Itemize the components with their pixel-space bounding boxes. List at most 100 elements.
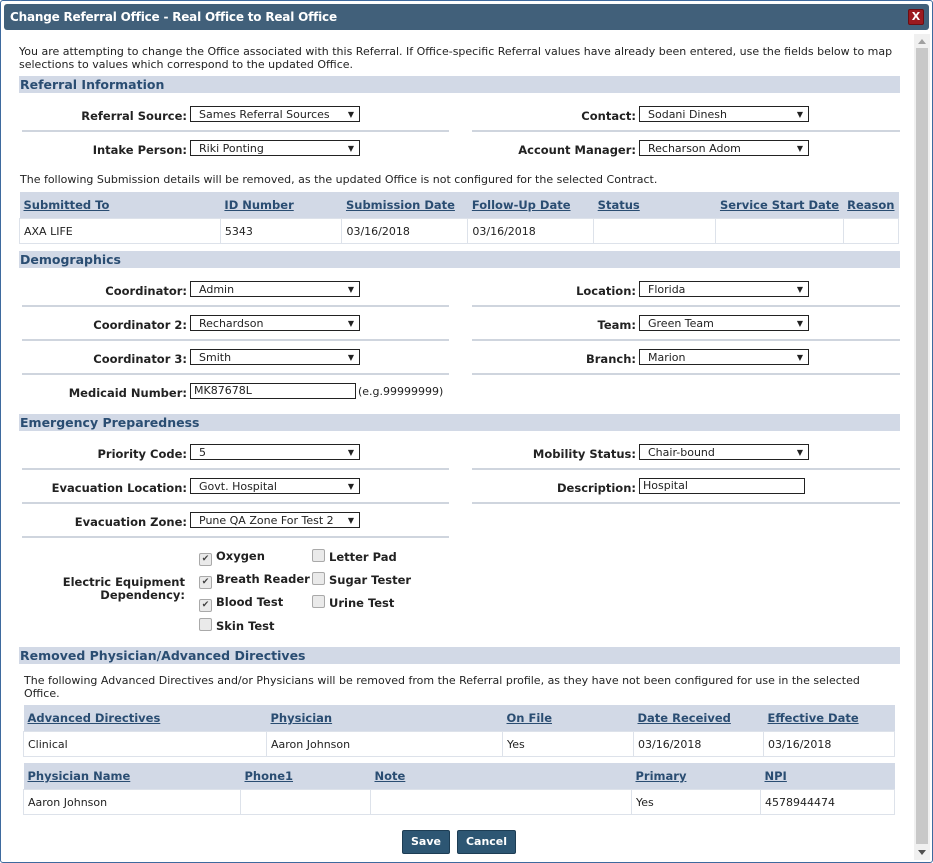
chevron-down-icon: ▼ bbox=[347, 448, 354, 457]
location-select[interactable]: Florida ▼ bbox=[639, 281, 809, 297]
coordinator3-select[interactable]: Smith ▼ bbox=[190, 349, 360, 365]
divider bbox=[472, 339, 900, 341]
branch-label-wrap: Branch: bbox=[469, 349, 636, 369]
save-button[interactable]: Save bbox=[402, 830, 450, 854]
medicaid-number-input[interactable]: MK87678L bbox=[190, 383, 356, 399]
col-effective-date[interactable]: Effective Date bbox=[763, 705, 895, 732]
checkbox-checked-icon[interactable]: ✔ bbox=[199, 553, 212, 566]
equipment-option[interactable]: Urine Test bbox=[312, 595, 394, 610]
referral-source-select[interactable]: Sames Referral Sources ▼ bbox=[190, 106, 360, 122]
removed-note: The following Advanced Directives and/or… bbox=[24, 674, 860, 700]
cell bbox=[593, 218, 717, 244]
equipment-option-label: Letter Pad bbox=[329, 550, 397, 564]
scroll-up-icon[interactable] bbox=[918, 39, 926, 44]
equipment-option[interactable]: Sugar Tester bbox=[312, 572, 411, 587]
divider bbox=[472, 130, 900, 132]
checkbox-checked-icon[interactable]: ✔ bbox=[199, 599, 212, 612]
scroll-thumb[interactable] bbox=[916, 48, 928, 844]
col-submission-date[interactable]: Submission Date bbox=[341, 192, 468, 219]
team-label: Team: bbox=[597, 318, 636, 332]
team-select[interactable]: Green Team ▼ bbox=[639, 315, 809, 331]
selected-value: Florida bbox=[648, 283, 686, 296]
chevron-down-icon: ▼ bbox=[796, 448, 803, 457]
table-row: Clinical Aaron Johnson Yes 03/16/2018 03… bbox=[23, 731, 895, 757]
branch-select[interactable]: Marion ▼ bbox=[639, 349, 809, 365]
evacuation-zone-select[interactable]: Pune QA Zone For Test 2 ▼ bbox=[190, 512, 360, 528]
chevron-down-icon: ▼ bbox=[796, 319, 803, 328]
coordinator-label: Coordinator: bbox=[105, 284, 187, 298]
col-id-number[interactable]: ID Number bbox=[220, 192, 342, 219]
equipment-option[interactable]: Letter Pad bbox=[312, 549, 397, 564]
divider bbox=[472, 305, 900, 307]
vertical-scrollbar[interactable] bbox=[914, 34, 930, 860]
cell: 4578944474 bbox=[760, 789, 895, 815]
section-heading: Referral Information bbox=[20, 77, 165, 92]
evacuation-location-select[interactable]: Govt. Hospital ▼ bbox=[190, 478, 360, 494]
coordinator-select[interactable]: Admin ▼ bbox=[190, 281, 360, 297]
cell bbox=[240, 789, 371, 815]
account-manager-label-wrap: Account Manager: bbox=[469, 140, 636, 160]
col-follow-up-date[interactable]: Follow-Up Date bbox=[467, 192, 594, 219]
checkbox-checked-icon[interactable]: ✔ bbox=[199, 576, 212, 589]
team-label-wrap: Team: bbox=[469, 315, 636, 335]
intake-person-select[interactable]: Riki Ponting ▼ bbox=[190, 140, 360, 156]
col-npi[interactable]: NPI bbox=[760, 763, 895, 790]
col-note[interactable]: Note bbox=[370, 763, 632, 790]
mobility-status-label: Mobility Status: bbox=[532, 447, 636, 461]
col-reason[interactable]: Reason bbox=[843, 192, 899, 219]
table-row: Aaron Johnson Yes 4578944474 bbox=[23, 789, 895, 815]
equipment-option[interactable]: ✔ Blood Test bbox=[199, 595, 283, 612]
priority-code-select[interactable]: 5 ▼ bbox=[190, 444, 360, 460]
checkbox-unchecked-icon[interactable] bbox=[312, 549, 325, 562]
equipment-option-label: Sugar Tester bbox=[329, 573, 412, 587]
divider bbox=[22, 130, 449, 132]
col-service-start-date[interactable]: Service Start Date bbox=[715, 192, 844, 219]
checkbox-unchecked-icon[interactable] bbox=[312, 595, 325, 608]
dialog-title: Change Referral Office - Real Office to … bbox=[10, 10, 337, 24]
col-physician[interactable]: Physician bbox=[266, 705, 503, 732]
location-label: Location: bbox=[576, 284, 636, 298]
equipment-option-label: Blood Test bbox=[216, 595, 284, 609]
advanced-directives-table: Advanced Directives Physician On File Da… bbox=[23, 705, 895, 757]
chevron-down-icon: ▼ bbox=[796, 144, 803, 153]
col-advanced-directives[interactable]: Advanced Directives bbox=[23, 705, 267, 732]
mobility-status-select[interactable]: Chair-bound ▼ bbox=[639, 444, 809, 460]
cell bbox=[715, 218, 844, 244]
intake-person-label-wrap: Intake Person: bbox=[19, 140, 187, 160]
col-submitted-to[interactable]: Submitted To bbox=[19, 192, 221, 219]
equipment-option[interactable]: ✔ Oxygen bbox=[199, 549, 265, 566]
close-icon[interactable]: X bbox=[908, 9, 924, 25]
coordinator3-label: Coordinator 3: bbox=[93, 352, 187, 366]
coordinator2-select[interactable]: Rechardson ▼ bbox=[190, 315, 360, 331]
description-input[interactable]: Hospital bbox=[639, 478, 805, 494]
selected-value: Govt. Hospital bbox=[199, 480, 277, 493]
evacuation-zone-label-wrap: Evacuation Zone: bbox=[19, 512, 187, 532]
contact-select[interactable]: Sodani Dinesh ▼ bbox=[639, 106, 809, 122]
selected-value: Sames Referral Sources bbox=[199, 108, 330, 121]
coordinator2-label-wrap: Coordinator 2: bbox=[19, 315, 187, 335]
evacuation-zone-label: Evacuation Zone: bbox=[74, 515, 187, 529]
selected-value: Pune QA Zone For Test 2 bbox=[199, 514, 334, 527]
scroll-down-icon[interactable] bbox=[918, 850, 926, 855]
section-demographics: Demographics bbox=[19, 251, 900, 268]
checkbox-unchecked-icon[interactable] bbox=[312, 572, 325, 585]
checkbox-unchecked-icon[interactable] bbox=[199, 618, 212, 631]
cell: Yes bbox=[631, 789, 761, 815]
contact-label-wrap: Contact: bbox=[469, 106, 636, 126]
divider bbox=[472, 502, 900, 504]
equipment-option[interactable]: ✔ Breath Reader bbox=[199, 572, 310, 589]
section-heading: Demographics bbox=[20, 252, 121, 267]
col-status[interactable]: Status bbox=[593, 192, 716, 219]
col-date-received[interactable]: Date Received bbox=[633, 705, 764, 732]
cancel-button[interactable]: Cancel bbox=[457, 830, 516, 854]
chevron-down-icon: ▼ bbox=[347, 110, 354, 119]
col-phone1[interactable]: Phone1 bbox=[240, 763, 371, 790]
col-primary[interactable]: Primary bbox=[631, 763, 761, 790]
equipment-option[interactable]: Skin Test bbox=[199, 618, 275, 633]
col-on-file[interactable]: On File bbox=[502, 705, 634, 732]
col-physician-name[interactable]: Physician Name bbox=[23, 763, 241, 790]
chevron-down-icon: ▼ bbox=[796, 353, 803, 362]
account-manager-select[interactable]: Recharson Adom ▼ bbox=[639, 140, 809, 156]
referral-source-label: Referral Source: bbox=[81, 109, 187, 123]
intro-text: You are attempting to change the Office … bbox=[19, 45, 893, 71]
